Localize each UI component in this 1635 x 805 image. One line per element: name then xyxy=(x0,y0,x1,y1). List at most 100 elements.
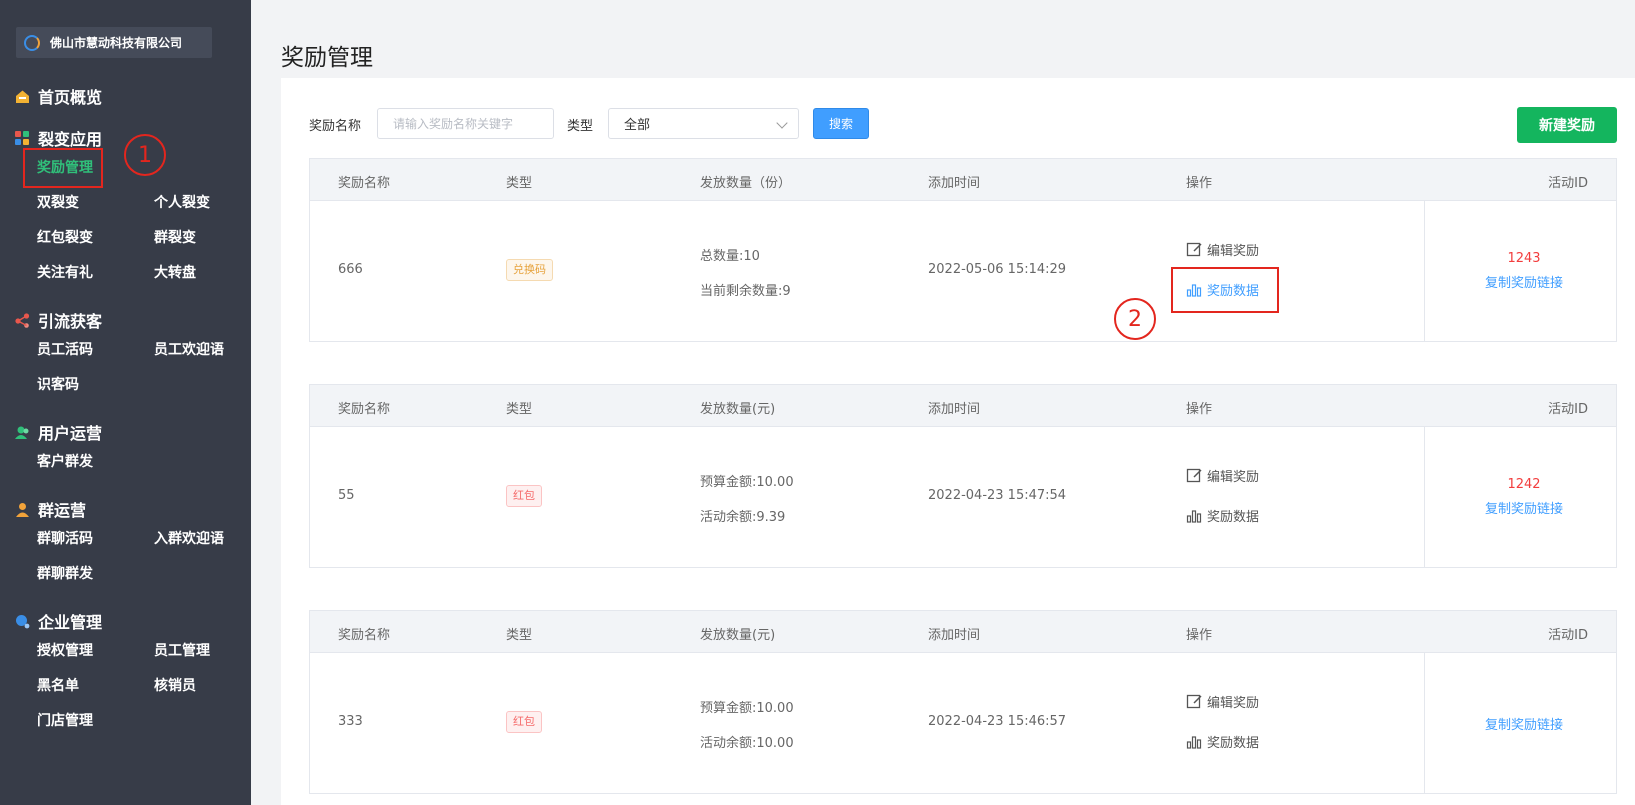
sidebar-item-wheel[interactable]: 大转盘 xyxy=(154,264,196,282)
copy-reward-link[interactable]: 复制奖励链接 xyxy=(1464,498,1584,517)
table-header: 奖励名称 类型 发放数量(元) 添加时间 操作 活动ID xyxy=(310,611,1616,653)
table-header: 奖励名称 类型 发放数量(元) 添加时间 操作 活动ID xyxy=(310,385,1616,427)
sidebar-item-group-welcome[interactable]: 入群欢迎语 xyxy=(154,530,224,548)
nav-section-label: 首页概览 xyxy=(38,88,103,107)
nav-section-label: 用户运营 xyxy=(38,424,103,443)
sidebar-item-verifier[interactable]: 核销员 xyxy=(154,677,196,695)
share-icon xyxy=(15,312,30,328)
col-header-name: 奖励名称 xyxy=(338,176,391,191)
company-name: 佛山市慧动科技有限公司 xyxy=(50,36,183,50)
reward-data-label: 奖励数据 xyxy=(1207,510,1260,525)
reward-name: 666 xyxy=(338,262,363,277)
activity-id: 1242 xyxy=(1507,477,1541,492)
type-tag: 红包 xyxy=(506,485,542,507)
sidebar-item-staff-code[interactable]: 员工活码 xyxy=(37,341,93,359)
qty-line-1: 总数量:10 xyxy=(700,249,760,264)
col-header-qty: 发放数量(元) xyxy=(700,402,776,417)
type-tag: 红包 xyxy=(506,711,542,733)
annotation-circle-1: 1 xyxy=(124,134,166,176)
table-row: 333 红包 预算金额:10.00 活动余额:10.00 2022-04-23 … xyxy=(310,653,1616,793)
col-header-time: 添加时间 xyxy=(928,402,981,417)
sidebar-item-staff-mgmt[interactable]: 员工管理 xyxy=(154,642,210,660)
sidebar-item-double-fission[interactable]: 双裂变 xyxy=(37,194,79,212)
type-filter-label: 类型 xyxy=(567,119,594,134)
users-icon xyxy=(15,425,30,440)
nav-section-group-ops[interactable]: 群运营 xyxy=(15,497,86,521)
qty-line-2: 活动余额:10.00 xyxy=(700,736,794,751)
sidebar-item-staff-welcome[interactable]: 员工欢迎语 xyxy=(154,341,224,359)
table-header: 奖励名称 类型 发放数量（份） 添加时间 操作 活动ID xyxy=(310,159,1616,201)
nav-section-fission[interactable]: 裂变应用 xyxy=(15,126,102,150)
reward-table-1: 奖励名称 类型 发放数量（份） 添加时间 操作 活动ID 666 兑换码 总数量… xyxy=(309,158,1617,342)
nav-section-label: 企业管理 xyxy=(38,613,103,632)
edit-reward-link[interactable]: 编辑奖励 xyxy=(1186,240,1259,259)
sidebar: 佛山市慧动科技有限公司 首页概览 裂变应用 奖励管理 1 双裂变 个人裂变 红包… xyxy=(0,0,251,805)
company-logo-icon xyxy=(24,34,40,51)
nav-section-home[interactable]: 首页概览 xyxy=(15,84,102,108)
company-switcher[interactable]: 佛山市慧动科技有限公司 xyxy=(16,27,212,58)
edit-reward-label: 编辑奖励 xyxy=(1207,470,1260,485)
nav-section-traffic[interactable]: 引流获客 xyxy=(15,308,102,332)
col-header-ops: 操作 xyxy=(1186,628,1213,643)
reward-table-3: 奖励名称 类型 发放数量(元) 添加时间 操作 活动ID 333 红包 预算金额… xyxy=(309,610,1617,794)
nav-section-enterprise[interactable]: 企业管理 xyxy=(15,609,102,633)
qty-line-1: 预算金额:10.00 xyxy=(700,475,794,490)
copy-reward-link[interactable]: 复制奖励链接 xyxy=(1464,272,1584,291)
col-header-activity-id: 活动ID xyxy=(1548,176,1588,191)
table-row: 55 红包 预算金额:10.00 活动余额:9.39 2022-04-23 15… xyxy=(310,427,1616,567)
new-reward-button[interactable]: 新建奖励 xyxy=(1517,107,1617,143)
reward-data-link[interactable]: 奖励数据 xyxy=(1186,732,1259,751)
column-divider xyxy=(1424,427,1425,567)
bar-chart-icon xyxy=(1186,510,1202,523)
sidebar-item-visitor-code[interactable]: 识客码 xyxy=(37,376,79,394)
search-button[interactable]: 搜索 xyxy=(813,108,869,139)
edit-icon xyxy=(1186,242,1202,257)
nav-section-label: 群运营 xyxy=(38,501,87,520)
home-icon xyxy=(15,89,30,104)
column-divider xyxy=(1424,653,1425,793)
sidebar-item-group-mass[interactable]: 群聊群发 xyxy=(37,565,93,583)
edit-reward-label: 编辑奖励 xyxy=(1207,244,1260,259)
qty-line-2: 活动余额:9.39 xyxy=(700,510,786,525)
sidebar-item-follow-gift[interactable]: 关注有礼 xyxy=(37,264,93,282)
sidebar-item-redpack-fission[interactable]: 红包裂变 xyxy=(37,229,93,247)
copy-reward-link[interactable]: 复制奖励链接 xyxy=(1464,714,1584,733)
col-header-ops: 操作 xyxy=(1186,176,1213,191)
sidebar-item-group-fission[interactable]: 群裂变 xyxy=(154,229,196,247)
nav-section-user-ops[interactable]: 用户运营 xyxy=(15,420,102,444)
activity-id: 1243 xyxy=(1507,251,1541,266)
type-select[interactable]: 全部 xyxy=(608,108,799,139)
type-select-value: 全部 xyxy=(624,118,651,133)
column-divider xyxy=(1424,201,1425,341)
annotation-box-1 xyxy=(23,148,103,188)
sidebar-item-personal-fission[interactable]: 个人裂变 xyxy=(154,194,210,212)
sidebar-item-blacklist[interactable]: 黑名单 xyxy=(37,677,79,695)
reward-data-label: 奖励数据 xyxy=(1207,736,1260,751)
reward-table-2: 奖励名称 类型 发放数量(元) 添加时间 操作 活动ID 55 红包 预算金额:… xyxy=(309,384,1617,568)
edit-icon xyxy=(1186,468,1202,483)
nav-section-label: 引流获客 xyxy=(38,312,103,331)
reward-data-link[interactable]: 奖励数据 xyxy=(1186,506,1259,525)
sidebar-item-group-code[interactable]: 群聊活码 xyxy=(37,530,93,548)
reward-name-search-input[interactable]: 请输入奖励名称关键字 xyxy=(377,108,554,139)
col-header-activity-id: 活动ID xyxy=(1548,628,1588,643)
chevron-down-icon xyxy=(776,117,788,129)
added-time: 2022-04-23 15:46:57 xyxy=(928,714,1067,729)
name-filter-label: 奖励名称 xyxy=(309,119,362,134)
added-time: 2022-04-23 15:47:54 xyxy=(928,488,1067,503)
annotation-circle-2: 2 xyxy=(1114,298,1156,340)
col-header-activity-id: 活动ID xyxy=(1548,402,1588,417)
table-row: 666 兑换码 总数量:10 当前剩余数量:9 2022-05-06 15:14… xyxy=(310,201,1616,341)
apps-icon xyxy=(15,130,30,146)
col-header-type: 类型 xyxy=(506,628,533,643)
sidebar-item-store-mgmt[interactable]: 门店管理 xyxy=(37,712,93,730)
edit-reward-link[interactable]: 编辑奖励 xyxy=(1186,692,1259,711)
col-header-qty: 发放数量（份） xyxy=(700,176,792,191)
edit-reward-link[interactable]: 编辑奖励 xyxy=(1186,466,1259,485)
sidebar-item-auth-mgmt[interactable]: 授权管理 xyxy=(37,642,93,660)
bar-chart-icon xyxy=(1186,736,1202,749)
group-icon xyxy=(15,502,30,517)
sidebar-item-customer-mass[interactable]: 客户群发 xyxy=(37,453,93,471)
reward-name: 333 xyxy=(338,714,363,729)
annotation-box-2 xyxy=(1171,267,1279,313)
